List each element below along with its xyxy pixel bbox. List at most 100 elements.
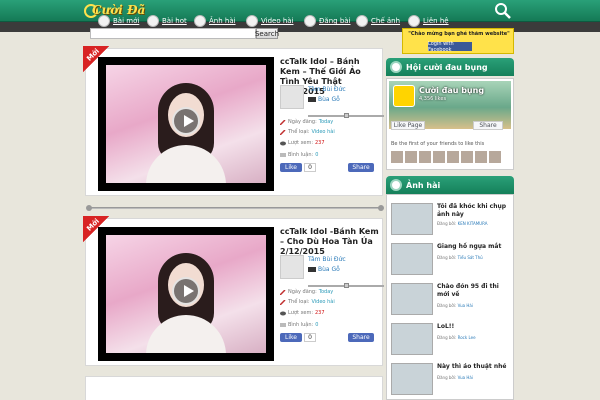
nav-item-post[interactable]: Đăng bài [304, 14, 351, 28]
list-title[interactable]: Tôi đã khóc khi chụp ảnh này [437, 203, 513, 219]
divider-end [86, 205, 92, 211]
views-value: 237 [315, 140, 325, 146]
rank-label: Bùa Gỗ [318, 96, 340, 103]
list-thumbnail[interactable] [391, 363, 433, 395]
author-link[interactable]: Vua Hài [458, 303, 473, 308]
facebook-share-button[interactable]: Share [348, 163, 374, 172]
upload-icon [304, 15, 316, 27]
nav-item-new[interactable]: Bài mới [98, 14, 139, 28]
avatar[interactable] [391, 151, 403, 163]
list-title[interactable]: Này thì áo thuật nhé [437, 363, 513, 371]
avatar[interactable] [489, 151, 501, 163]
pencil-icon [280, 299, 286, 305]
nav-label: Đăng bài [319, 17, 351, 25]
play-icon[interactable] [172, 277, 200, 305]
post-date: Ngày đăng: Today [280, 119, 333, 125]
video-thumbnail[interactable] [98, 227, 274, 361]
nav-label: Liên hệ [423, 17, 449, 25]
post-date: Ngày đăng: Today [280, 289, 333, 295]
post-card: Mới ccTalk Idol -Bánh Kem – Cho Dù Hoa T… [83, 216, 384, 366]
category-link[interactable]: Video hài [311, 129, 334, 135]
avatar[interactable] [475, 151, 487, 163]
widget-icon [390, 61, 402, 73]
list-thumbnail[interactable] [391, 283, 433, 315]
facebook-share-button[interactable]: Share [348, 333, 374, 342]
avatar[interactable] [433, 151, 445, 163]
author-name[interactable]: Tâm Bùi Đức [308, 256, 346, 263]
search-input[interactable] [90, 28, 256, 39]
category-link[interactable]: Video hài [311, 299, 334, 305]
facebook-login-button[interactable]: Login with Facebook [428, 41, 472, 53]
list-item[interactable]: Này thì áo thuật nhé Đăng bởi: Vua Hài [389, 361, 513, 399]
video-icon [246, 15, 258, 27]
eye-icon [280, 311, 286, 315]
avatar[interactable] [280, 85, 304, 109]
author-link[interactable]: Tiểu Sát Thủ [458, 255, 483, 260]
post-divider [86, 205, 384, 211]
video-preview [106, 65, 266, 183]
avatar[interactable] [461, 151, 473, 163]
list-item[interactable]: LoL!! Đăng bởi: Rock Lee [389, 321, 513, 359]
post-card: Mới ccTalk Idol – Bánh Kem – Thế Giới Ảo… [83, 46, 384, 196]
post-card [85, 376, 383, 400]
nav-item-contact[interactable]: Liên hệ [408, 14, 449, 28]
author-link[interactable]: KEN KITAMURA [458, 221, 488, 226]
widget-title: Ảnh hài [406, 180, 441, 190]
page-likes: 4,356 likes [419, 96, 447, 102]
avatar[interactable] [280, 255, 304, 279]
nav-item-hot[interactable]: Bài hot [147, 14, 187, 28]
rank-icon [308, 267, 316, 272]
facebook-page-plugin: Cười đau bụng 4,356 likes Like Page Shar… [386, 78, 514, 170]
page-logo[interactable] [393, 85, 415, 107]
post-comments: Bình luận: 0 [280, 152, 318, 158]
author-name[interactable]: Tâm Bùi Đức [308, 86, 346, 93]
list-thumbnail[interactable] [391, 203, 433, 235]
eye-icon [280, 141, 286, 145]
facebook-like-button[interactable]: Like [280, 163, 302, 172]
list-title[interactable]: LoL!! [437, 323, 513, 331]
avatar[interactable] [405, 151, 417, 163]
search-icon[interactable] [494, 2, 512, 20]
page-name[interactable]: Cười đau bụng [419, 86, 484, 95]
list-item[interactable]: Chào đón 95 đi thi mới về Đăng bởi: Vua … [389, 281, 513, 319]
edit-icon [356, 15, 368, 27]
pencil-icon [280, 119, 286, 125]
list-thumbnail[interactable] [391, 323, 433, 355]
list-item[interactable]: Giang hồ ngựa mắt Đăng bởi: Tiểu Sát Thủ [389, 241, 513, 279]
top-bar: Cười Đã [0, 0, 600, 22]
post-comments: Bình luận: 0 [280, 322, 318, 328]
like-page-button[interactable]: Like Page [391, 121, 425, 130]
video-thumbnail[interactable] [98, 57, 274, 191]
share-page-button[interactable]: Share [473, 121, 503, 130]
list-item[interactable]: Tôi đã khóc khi chụp ảnh này Đăng bởi: K… [389, 201, 513, 239]
nav-item-funny-images[interactable]: Ảnh hài [194, 14, 236, 28]
search-button[interactable]: Search [255, 28, 279, 39]
author-link[interactable]: Vua Hài [458, 375, 473, 380]
author-link[interactable]: Rock Lee [458, 335, 476, 340]
facebook-like-button[interactable]: Like [280, 333, 302, 342]
post-title[interactable]: ccTalk Idol -Bánh Kem – Cho Dù Hoa Tàn Ú… [280, 227, 380, 257]
rank-progress-knob [344, 113, 349, 118]
comment-icon [280, 322, 286, 327]
list-thumbnail[interactable] [391, 243, 433, 275]
nav-label: Video hài [261, 17, 294, 25]
like-count: 0 [304, 163, 316, 172]
avatar[interactable] [447, 151, 459, 163]
nav-label: Bài hot [162, 17, 187, 25]
views-value: 237 [315, 310, 325, 316]
author-label: Đăng bởi: [437, 303, 457, 308]
date-value: Today [318, 119, 334, 125]
list-title[interactable]: Giang hồ ngựa mắt [437, 243, 513, 251]
play-icon[interactable] [172, 107, 200, 135]
views-label: Lượt xem: [288, 140, 313, 146]
comment-icon [280, 152, 286, 157]
nav-item-funny-videos[interactable]: Video hài [246, 14, 294, 28]
date-value: Today [318, 289, 334, 295]
funny-images-list: Tôi đã khóc khi chụp ảnh này Đăng bởi: K… [386, 194, 514, 400]
comments-label: Bình luận: [288, 322, 314, 328]
author-label: Đăng bởi: [437, 255, 457, 260]
list-title[interactable]: Chào đón 95 đi thi mới về [437, 283, 513, 299]
like-count: 0 [304, 333, 316, 342]
avatar[interactable] [419, 151, 431, 163]
nav-item-meme-maker[interactable]: Chế ảnh [356, 14, 400, 28]
